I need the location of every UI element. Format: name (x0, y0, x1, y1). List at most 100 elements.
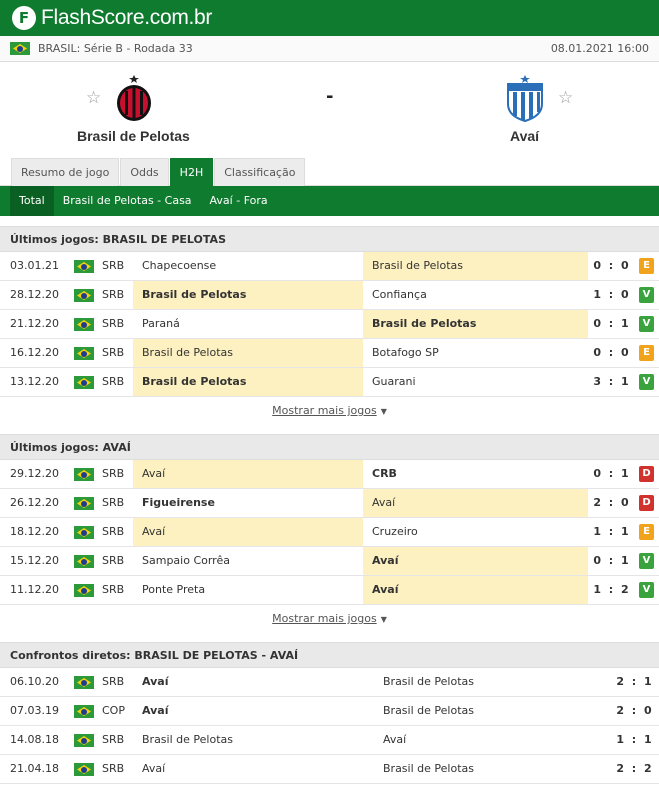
brazil-flag-icon (74, 584, 94, 597)
competition-code: SRB (102, 583, 125, 596)
match-date: 07.03.19 (10, 704, 59, 717)
home-team[interactable]: Avaí (133, 460, 363, 488)
match-row[interactable]: 26.12.20 SRB Figueirense Avaí 2 : 0 D (0, 489, 659, 518)
tab-h2h[interactable]: H2H (169, 158, 214, 186)
home-team[interactable]: Brasil de Pelotas (133, 726, 373, 754)
away-team[interactable]: Brasil de Pelotas (363, 252, 588, 280)
competition-code: SRB (102, 762, 125, 775)
match-row[interactable]: 21.04.18 SRB Avaí Brasil de Pelotas 2 : 2 (0, 755, 659, 784)
home-team-name[interactable]: Brasil de Pelotas (77, 128, 190, 144)
competition-code: SRB (102, 346, 125, 359)
match-date: 28.12.20 (10, 288, 59, 301)
away-team[interactable]: Brasil de Pelotas (363, 310, 588, 338)
section-title-away: Últimos jogos: AVAÍ (0, 434, 659, 460)
home-team[interactable]: Chapecoense (133, 252, 363, 280)
match-row[interactable]: 03.01.21 SRB Chapecoense Brasil de Pelotas 0… (0, 252, 659, 281)
favorite-away-star-icon[interactable]: ☆ (558, 88, 573, 108)
competition-code: SRB (102, 288, 125, 301)
home-team[interactable]: Avaí (133, 518, 363, 546)
result-badge: V (639, 316, 654, 332)
away-team[interactable]: Botafogo SP (363, 339, 588, 367)
home-team[interactable]: Avaí (133, 697, 373, 725)
avai-crest-icon[interactable] (505, 74, 545, 122)
match-row[interactable]: 26.11.16 SRB AvaíBrasil de Pelotas 1 : 1 (0, 784, 659, 791)
match-row[interactable]: 14.08.18 SRB Brasil de Pelotas Avaí 1 : 1 (0, 726, 659, 755)
match-row[interactable]: 21.12.20 SRB Paraná Brasil de Pelotas 0 : 1 V (0, 310, 659, 339)
home-team[interactable]: Sampaio Corrêa (133, 547, 363, 575)
section-title-home: Últimos jogos: BRASIL DE PELOTAS (0, 226, 659, 252)
site-logo-text[interactable]: FlashScore.com.br (41, 6, 212, 30)
show-more-home-link[interactable]: Mostrar mais jogos ▼ (0, 397, 659, 425)
away-team[interactable]: Avaí (363, 576, 588, 604)
tab-classificacao[interactable]: Classificação (214, 158, 306, 186)
top-bar: F FlashScore.com.br (0, 0, 659, 36)
competition-link[interactable]: BRASIL: Série B - Rodada 33 (38, 42, 193, 55)
match-date: 29.12.20 (10, 467, 59, 480)
home-team[interactable]: Avaí (133, 755, 373, 783)
away-team[interactable]: Avaí (363, 547, 588, 575)
result-badge: V (639, 553, 654, 569)
flashscore-logo-icon[interactable]: F (12, 6, 36, 30)
home-team[interactable]: Avaí (133, 668, 373, 696)
home-team[interactable]: Figueirense (133, 489, 363, 517)
result-badge: V (639, 582, 654, 598)
brasil-de-pelotas-crest-icon[interactable] (114, 74, 154, 122)
away-team[interactable]: Brasil de Pelotas (374, 755, 594, 783)
brazil-flag-icon (74, 260, 94, 273)
brazil-flag-icon (74, 676, 94, 689)
away-team[interactable]: Avaí (374, 726, 594, 754)
match-date: 26.11.16 (10, 784, 59, 791)
match-row[interactable]: 16.12.20 SRB Brasil de Pelotas Botafogo SP 0… (0, 339, 659, 368)
match-date: 18.12.20 (10, 525, 59, 538)
tab-resumo[interactable]: Resumo de jogo (11, 158, 120, 186)
away-team[interactable]: Guarani (363, 368, 588, 396)
competition-code: COP (102, 704, 125, 717)
brazil-flag-icon (74, 763, 94, 776)
match-row[interactable]: 15.12.20 SRB Sampaio Corrêa Avaí 0 : 1 V (0, 547, 659, 576)
tab-odds[interactable]: Odds (120, 158, 169, 186)
match-score: 0 : 1 (593, 317, 631, 330)
away-team-name[interactable]: Avaí (510, 128, 539, 144)
competition-code: SRB (102, 784, 124, 791)
match-row[interactable]: 07.03.19 COP Avaí Brasil de Pelotas 2 : 0 (0, 697, 659, 726)
home-team[interactable]: Brasil de Pelotas (133, 281, 363, 309)
brazil-flag-icon (74, 347, 94, 360)
away-matches-list: 29.12.20 SRB Avaí CRB 0 : 1 D 26.12.20 SRB Figue… (0, 460, 659, 605)
match-date: 03.01.21 (10, 259, 59, 272)
competition-code: SRB (102, 733, 125, 746)
match-score: 0 : 1 (593, 554, 631, 567)
away-team[interactable]: Avaí (363, 489, 588, 517)
result-badge: E (639, 345, 654, 361)
match-row[interactable]: 29.12.20 SRB Avaí CRB 0 : 1 D (0, 460, 659, 489)
competition-code: SRB (102, 375, 125, 388)
subtab-home[interactable]: Brasil de Pelotas - Casa (54, 186, 201, 216)
home-team[interactable]: Ponte Preta (133, 576, 363, 604)
match-row[interactable]: 18.12.20 SRB Avaí Cruzeiro 1 : 1 E (0, 518, 659, 547)
away-team[interactable]: Brasil de Pelotas (374, 697, 594, 725)
show-more-away-link[interactable]: Mostrar mais jogos ▼ (0, 605, 659, 633)
home-team[interactable]: Paraná (133, 310, 363, 338)
h2h-subnav: Total Brasil de Pelotas - Casa Avaí - Fo… (0, 186, 659, 216)
away-team[interactable]: CRB (363, 460, 588, 488)
subtab-away[interactable]: Avaí - Fora (201, 186, 277, 216)
home-team[interactable]: Avaí (133, 784, 373, 791)
match-row[interactable]: 28.12.20 SRB Brasil de Pelotas Confiança 1 :… (0, 281, 659, 310)
caret-down-icon: ▼ (380, 407, 387, 416)
competition-code: SRB (102, 259, 125, 272)
match-row[interactable]: 11.12.20 SRB Ponte Preta Avaí 1 : 2 V (0, 576, 659, 605)
away-team[interactable]: Brasil de Pelotas (374, 668, 594, 696)
away-team[interactable]: Cruzeiro (363, 518, 588, 546)
favorite-home-star-icon[interactable]: ☆ (86, 88, 101, 108)
home-team[interactable]: Brasil de Pelotas (133, 368, 363, 396)
match-date: 16.12.20 (10, 346, 59, 359)
home-team[interactable]: Brasil de Pelotas (133, 339, 363, 367)
result-badge: E (639, 258, 654, 274)
match-date: 06.10.20 (10, 675, 59, 688)
match-row[interactable]: 06.10.20 SRB Avaí Brasil de Pelotas 2 : 1 (0, 668, 659, 697)
match-score: 3 : 1 (593, 375, 631, 388)
away-team[interactable]: Confiança (363, 281, 588, 309)
match-row[interactable]: 13.12.20 SRB Brasil de Pelotas Guarani 3 : 1… (0, 368, 659, 397)
match-score: 1 : 1 (615, 784, 655, 791)
away-team[interactable]: Brasil de Pelotas (374, 784, 594, 791)
subtab-total[interactable]: Total (10, 186, 54, 216)
